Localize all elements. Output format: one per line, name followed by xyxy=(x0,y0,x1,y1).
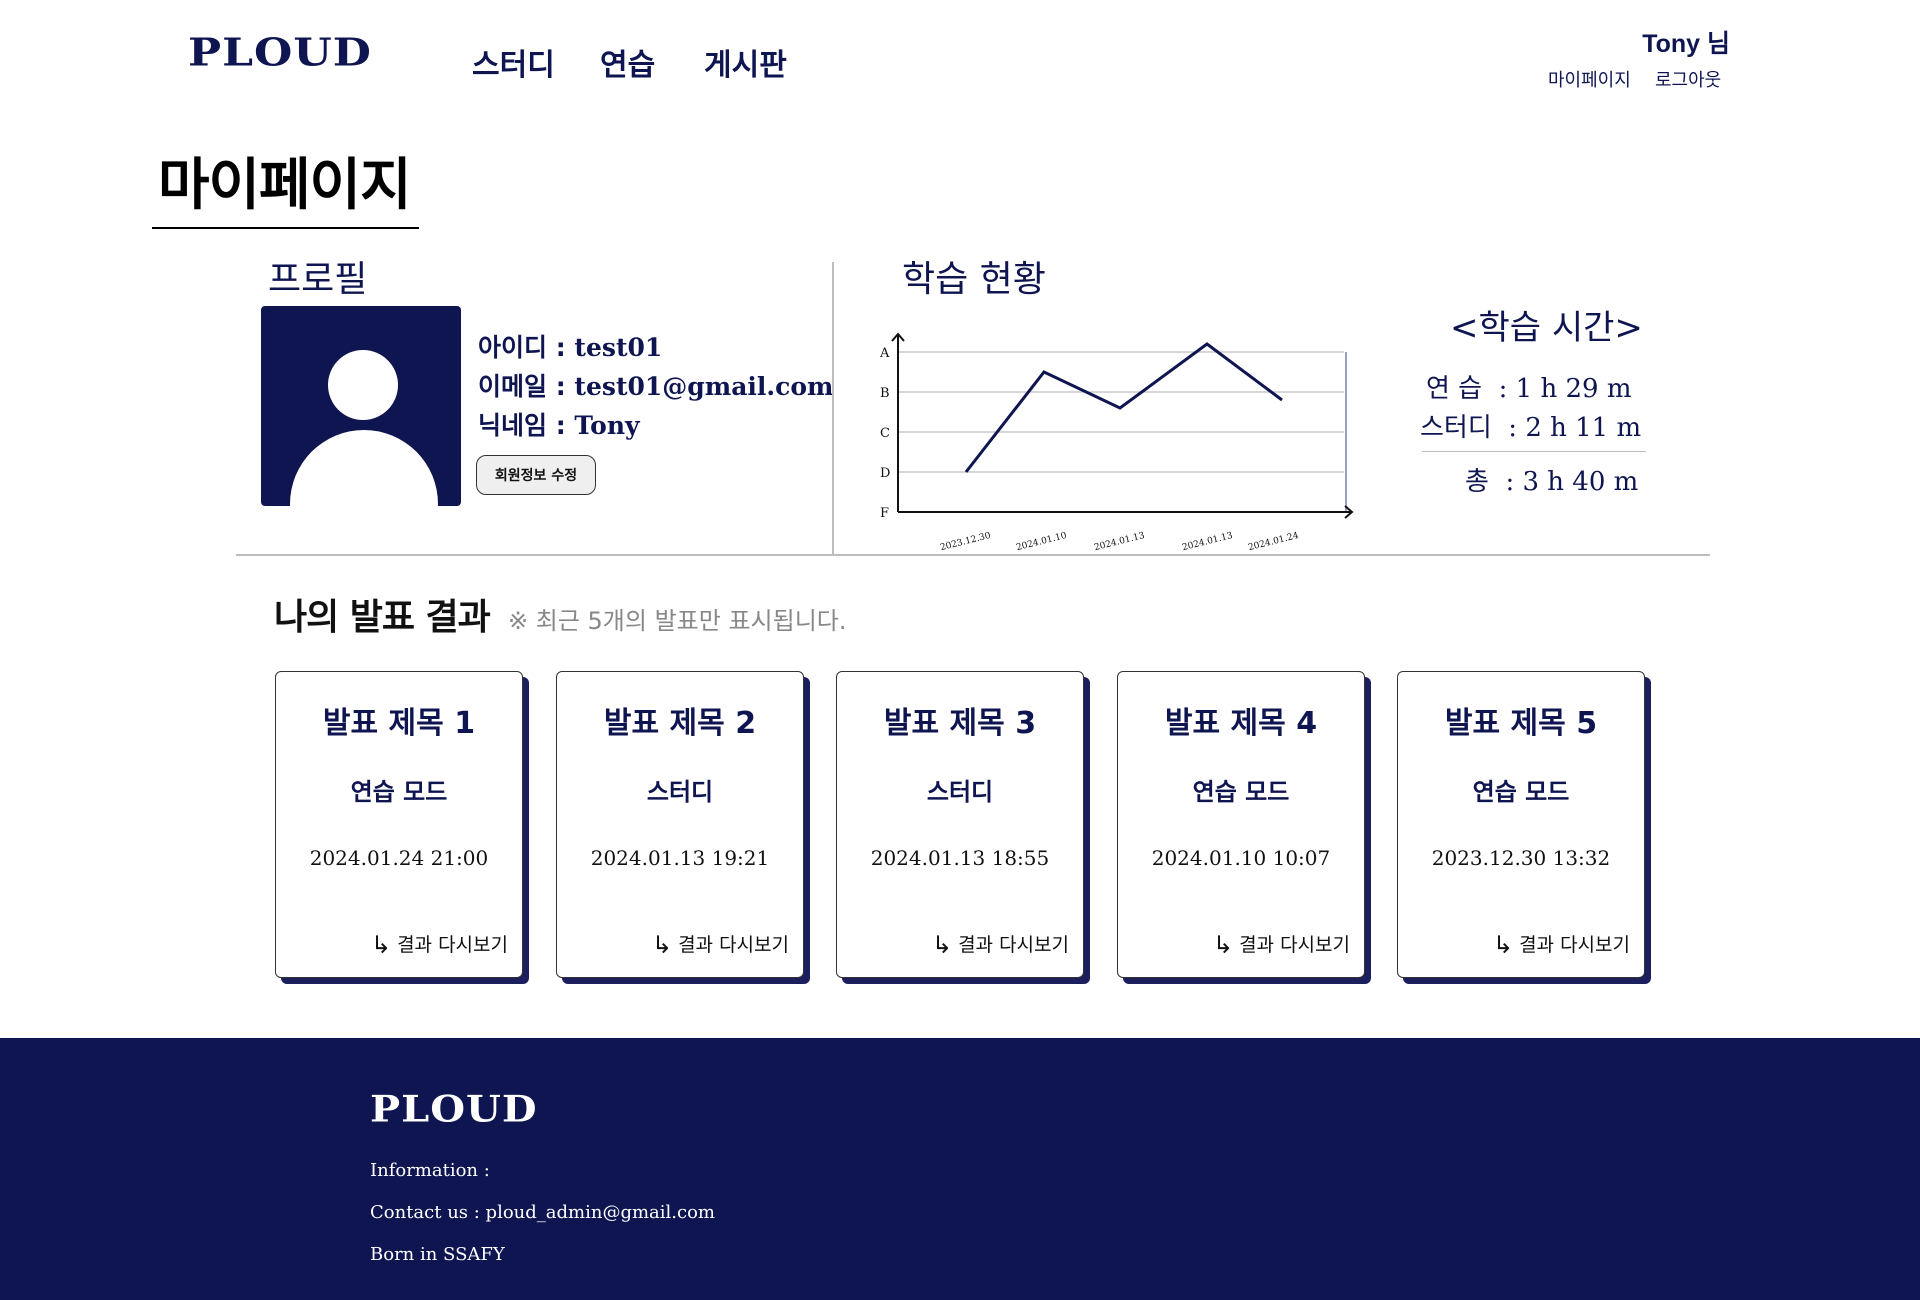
chart-x-tick: 2024.01.13 xyxy=(1181,531,1234,553)
result-card[interactable]: 발표 제목 1 연습 모드 2024.01.24 21:00 ↳ 결과 다시보기 xyxy=(275,671,523,978)
page-title: 마이페이지 xyxy=(152,140,419,229)
result-card-title: 발표 제목 4 xyxy=(1164,706,1318,741)
total-time-row: 총 : 3 h 40 m xyxy=(1465,461,1638,498)
chart-y-tick: C xyxy=(880,426,890,441)
review-result-label: 결과 다시보기 xyxy=(1519,934,1630,956)
footer-contact: Contact us : ploud_admin@gmail.com xyxy=(370,1202,715,1223)
total-time-value: : 3 h 40 m xyxy=(1505,467,1639,497)
review-result-link[interactable]: ↳ 결과 다시보기 xyxy=(1493,930,1630,957)
section-divider-vertical xyxy=(832,262,834,554)
chart-x-tick: 2024.01.10 xyxy=(1015,531,1068,553)
id-value: test01 xyxy=(574,333,663,362)
chart-x-axis xyxy=(898,505,1354,519)
logout-link[interactable]: 로그아웃 xyxy=(1655,66,1721,92)
result-card[interactable]: 발표 제목 2 스터디 2024.01.13 19:21 ↳ 결과 다시보기 xyxy=(556,671,804,978)
review-result-link[interactable]: ↳ 결과 다시보기 xyxy=(932,930,1069,957)
nick-value: Tony xyxy=(574,411,640,440)
nav-board[interactable]: 게시판 xyxy=(704,40,787,84)
chart-y-axis xyxy=(891,332,905,512)
progress-series-line xyxy=(964,342,1283,473)
return-arrow-icon: ↳ xyxy=(1492,931,1514,959)
result-card-title: 발표 제목 2 xyxy=(603,706,757,741)
progress-chart: A B C D F 2023.12.30 2024.01.10 2024.01.13 2024… xyxy=(879,332,1354,553)
profile-email-row: 이메일 : test01@gmail.com xyxy=(478,367,833,403)
result-card-mode: 연습 모드 xyxy=(350,778,448,806)
review-result-link[interactable]: ↳ 결과 다시보기 xyxy=(1213,930,1350,957)
results-note: ※ 최근 5개의 발표만 표시됩니다. xyxy=(508,607,847,635)
nav-practice[interactable]: 연습 xyxy=(600,40,655,84)
return-arrow-icon: ↳ xyxy=(651,931,673,959)
result-card-title: 발표 제목 1 xyxy=(322,706,476,741)
result-card-date: 2024.01.13 19:21 xyxy=(590,846,770,870)
section-divider-horizontal xyxy=(236,554,1710,556)
result-card[interactable]: 발표 제목 3 스터디 2024.01.13 18:55 ↳ 결과 다시보기 xyxy=(836,671,1084,978)
footer-logo: PLOUD xyxy=(370,1088,538,1131)
header-logo[interactable]: PLOUD xyxy=(188,34,372,73)
progress-heading: 학습 현황 xyxy=(902,259,1046,300)
result-card-title: 발표 제목 3 xyxy=(883,706,1037,741)
review-result-label: 결과 다시보기 xyxy=(397,934,508,956)
email-label: 이메일 : xyxy=(478,372,566,401)
practice-time-value: : 1 h 29 m xyxy=(1498,374,1632,404)
user-greeting: Tony 님 xyxy=(1642,30,1730,58)
id-label: 아이디 : xyxy=(478,333,566,362)
footer-information: Information : xyxy=(370,1160,490,1181)
footer xyxy=(0,1038,1920,1300)
results-heading: 나의 발표 결과 xyxy=(274,597,491,638)
return-arrow-icon: ↳ xyxy=(931,931,953,959)
result-card-date: 2024.01.24 21:00 xyxy=(309,846,489,870)
result-card-mode: 스터디 xyxy=(646,778,714,806)
result-card-date: 2024.01.10 10:07 xyxy=(1151,846,1331,870)
review-result-label: 결과 다시보기 xyxy=(1239,934,1350,956)
profile-heading: 프로필 xyxy=(268,259,368,300)
nick-label: 닉네임 : xyxy=(478,411,566,440)
footer-born: Born in SSAFY xyxy=(370,1244,505,1265)
chart-y-tick: D xyxy=(880,466,890,481)
chart-x-tick: 2023.12.30 xyxy=(939,531,992,553)
chart-y-tick: F xyxy=(880,506,889,521)
nav-study[interactable]: 스터디 xyxy=(472,40,555,84)
chart-y-tick: B xyxy=(880,386,890,401)
review-result-link[interactable]: ↳ 결과 다시보기 xyxy=(652,930,789,957)
practice-time-label: 연 습 xyxy=(1426,374,1483,404)
study-time-title: <학습 시간> xyxy=(1450,308,1643,348)
chart-y-tick: A xyxy=(879,346,890,361)
return-arrow-icon: ↳ xyxy=(1212,931,1234,959)
practice-time-row: 연 습 : 1 h 29 m xyxy=(1426,368,1631,405)
study-time-label: 스터디 xyxy=(1420,413,1492,443)
study-time-value: : 2 h 11 m xyxy=(1508,413,1642,443)
result-card-date: 2023.12.30 13:32 xyxy=(1431,846,1611,870)
chart-x-tick: 2024.01.24 xyxy=(1247,531,1300,553)
return-arrow-icon: ↳ xyxy=(370,931,392,959)
review-result-label: 결과 다시보기 xyxy=(958,934,1069,956)
study-time-divider xyxy=(1422,451,1646,452)
study-time-row: 스터디 : 2 h 11 m xyxy=(1420,407,1641,444)
email-value: test01@gmail.com xyxy=(574,372,834,401)
avatar-icon xyxy=(261,306,461,506)
total-time-label: 총 xyxy=(1465,467,1489,497)
result-card[interactable]: 발표 제목 4 연습 모드 2024.01.10 10:07 ↳ 결과 다시보기 xyxy=(1117,671,1365,978)
chart-x-tick: 2024.01.13 xyxy=(1093,531,1146,553)
result-card-mode: 연습 모드 xyxy=(1192,778,1290,806)
edit-profile-button[interactable]: 회원정보 수정 xyxy=(476,455,596,495)
profile-id-row: 아이디 : test01 xyxy=(478,328,662,364)
review-result-link[interactable]: ↳ 결과 다시보기 xyxy=(371,930,508,957)
result-card-mode: 스터디 xyxy=(926,778,994,806)
result-card-title: 발표 제목 5 xyxy=(1444,706,1598,741)
profile-nick-row: 닉네임 : Tony xyxy=(478,406,640,442)
result-card-date: 2024.01.13 18:55 xyxy=(870,846,1050,870)
result-card[interactable]: 발표 제목 5 연습 모드 2023.12.30 13:32 ↳ 결과 다시보기 xyxy=(1397,671,1645,978)
result-card-mode: 연습 모드 xyxy=(1472,778,1570,806)
mypage-link[interactable]: 마이페이지 xyxy=(1548,66,1631,92)
review-result-label: 결과 다시보기 xyxy=(678,934,789,956)
